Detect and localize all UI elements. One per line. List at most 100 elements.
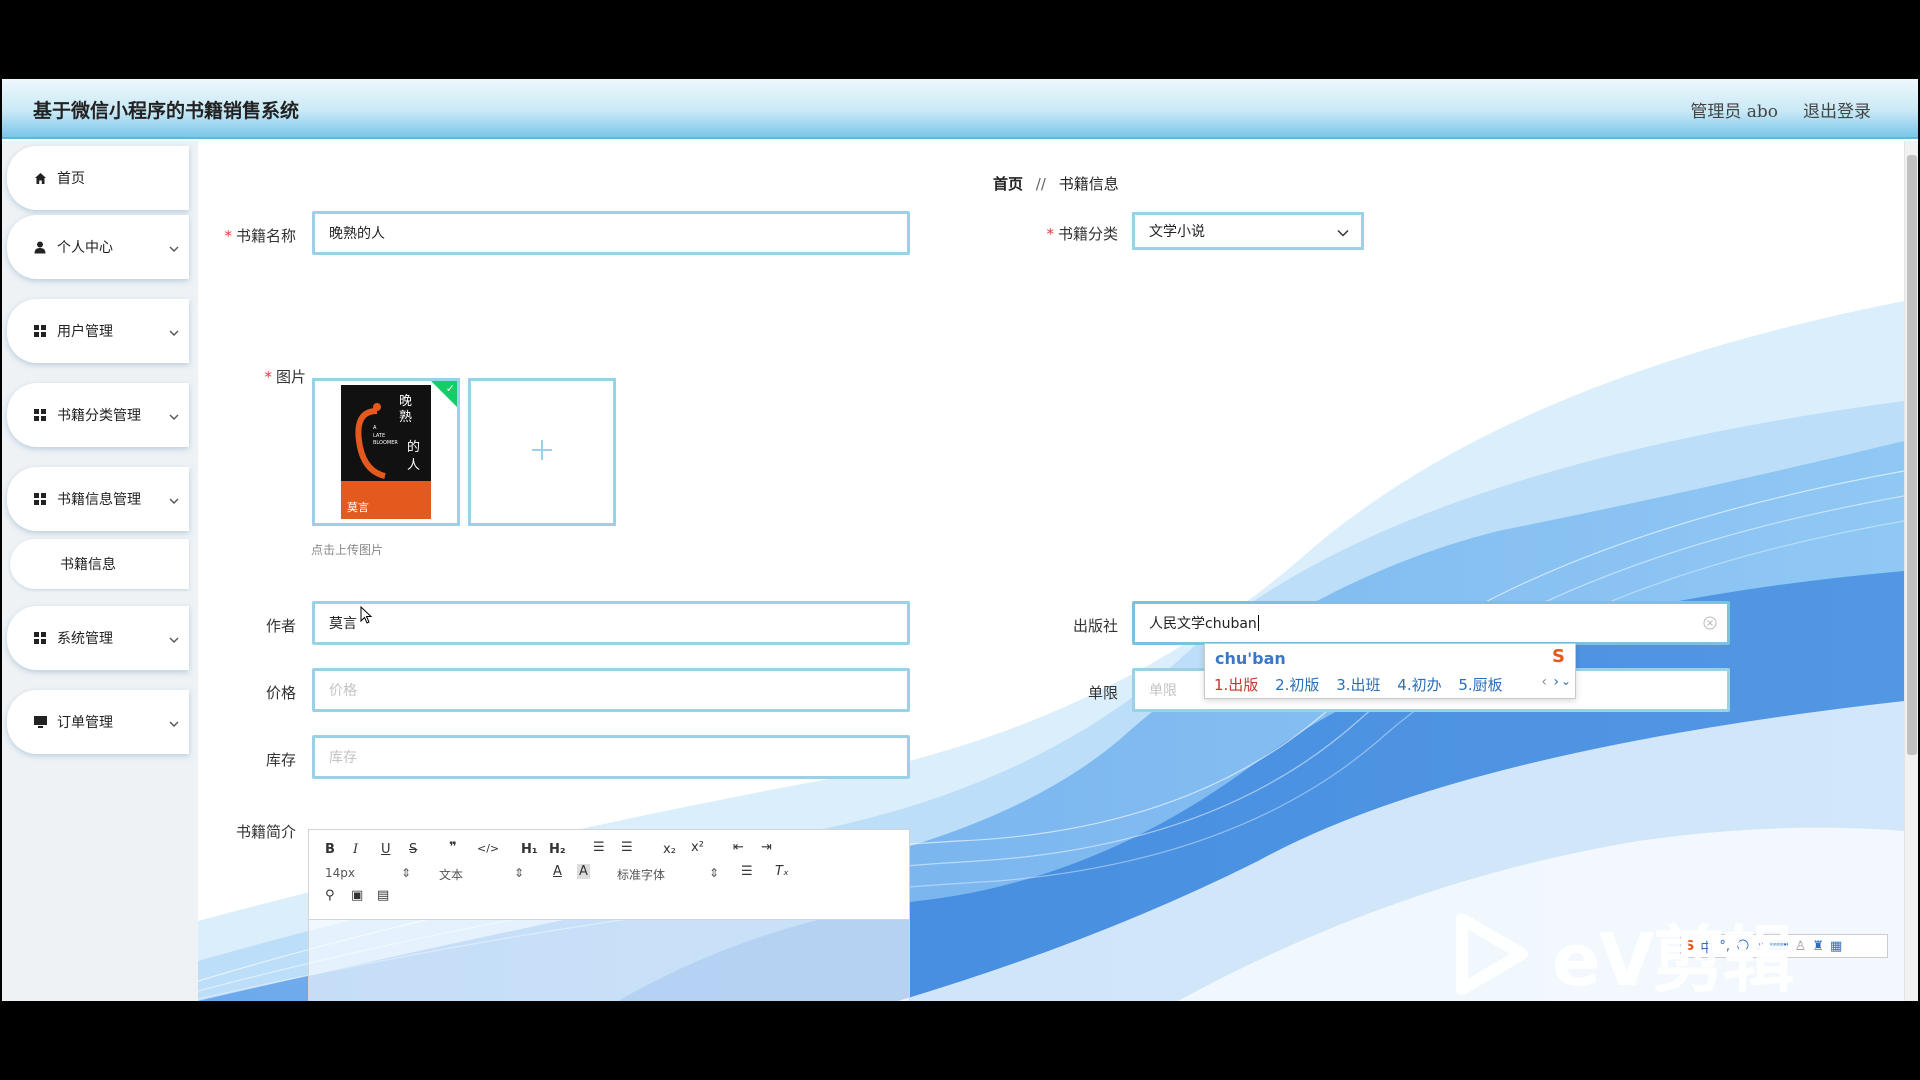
skin-icon[interactable]: ♜ — [1812, 939, 1824, 954]
author-label: 作者 — [265, 617, 296, 635]
font-family-select[interactable]: 标准字体 — [617, 866, 665, 883]
user-icon[interactable]: ♙ — [1795, 939, 1807, 954]
background-color-icon[interactable]: A — [577, 864, 590, 879]
align-icon[interactable]: ☰ — [741, 864, 753, 879]
svg-text:的: 的 — [407, 439, 420, 455]
book-name-field[interactable]: 晚熟的人 — [312, 211, 910, 255]
ime-candidate[interactable]: 3.出班 — [1336, 676, 1380, 694]
svg-text:BLOOMER: BLOOMER — [373, 440, 398, 446]
outdent-icon[interactable]: ⇤ — [733, 840, 744, 855]
sidebar-item-label: 书籍信息管理 — [57, 492, 141, 508]
link-icon[interactable]: ⚲ — [325, 888, 335, 903]
svg-text:熟: 熟 — [399, 409, 412, 425]
subscript-icon[interactable]: x₂ — [663, 842, 676, 857]
video-icon[interactable]: ▤ — [377, 888, 389, 903]
price-label: 价格 — [265, 684, 296, 702]
chevron-down-icon — [169, 493, 179, 509]
clear-format-icon[interactable]: Tₓ — [775, 864, 789, 879]
sidebar-item-book-category[interactable]: 书籍分类管理 — [7, 383, 189, 447]
monitor-icon — [33, 715, 47, 729]
price-field[interactable]: 价格 — [312, 668, 910, 712]
heading1-icon[interactable]: H₁ — [521, 842, 538, 857]
current-user-label: 管理员 abo — [1690, 102, 1778, 122]
logout-link[interactable]: 退出登录 — [1803, 97, 1871, 122]
chevron-right-icon[interactable]: › — [1553, 674, 1559, 690]
ime-candidate[interactable]: 1.出版 — [1214, 676, 1258, 694]
author-field[interactable]: 莫言 — [312, 601, 910, 645]
stock-label: 库存 — [265, 751, 296, 769]
user-icon — [33, 240, 47, 254]
quote-icon[interactable]: ❞ — [449, 840, 457, 855]
category-label: * 书籍分类 — [1046, 225, 1118, 243]
chevron-down-icon — [169, 632, 179, 648]
chevron-down-icon — [169, 241, 179, 257]
sidebar-item-label: 书籍分类管理 — [57, 408, 141, 424]
sidebar-item-label: 用户管理 — [57, 324, 113, 340]
image-label: * 图片 — [264, 368, 306, 386]
ime-composition: chu'ban — [1215, 649, 1286, 668]
svg-text:晚: 晚 — [399, 394, 412, 409]
uploaded-image-card[interactable]: 晚 熟 的 人 A LATE BLOOMER 莫言 ✓ — [312, 378, 460, 526]
ordered-list-icon[interactable]: ☰ — [593, 840, 605, 855]
bold-icon[interactable]: B — [325, 842, 335, 857]
ime-candidate[interactable]: 4.初办 — [1397, 676, 1441, 694]
top-header: 基于微信小程序的书籍销售系统 管理员 abo 退出登录 — [2, 79, 1918, 139]
home-icon — [33, 171, 47, 185]
ime-candidate[interactable]: 5.厨板 — [1458, 676, 1502, 694]
chevron-updown-icon: ⇕ — [401, 866, 412, 880]
strike-icon[interactable]: S — [409, 842, 417, 857]
sidebar-item-users[interactable]: 用户管理 — [7, 299, 189, 363]
code-icon[interactable]: </> — [477, 842, 499, 855]
scrollbar-thumb[interactable] — [1907, 155, 1917, 755]
sidebar-item-label: 订单管理 — [57, 715, 113, 731]
grid-icon — [33, 492, 47, 506]
chevron-updown-icon: ⇕ — [709, 866, 720, 880]
heading2-icon[interactable]: H₂ — [549, 842, 566, 857]
image-icon[interactable]: ▣ — [351, 888, 363, 903]
upload-add-button[interactable] — [468, 378, 616, 526]
sidebar-item-home[interactable]: 首页 — [7, 146, 189, 210]
ime-candidate[interactable]: 2.初版 — [1275, 676, 1319, 694]
block-type-select[interactable]: 文本 — [439, 866, 463, 883]
ime-candidate-popup: chu'ban 1.出版 2.初版 3.出班 4.初办 5.厨板 S ‹ › ⌄ — [1204, 643, 1576, 699]
sidebar-item-profile[interactable]: 个人中心 — [7, 215, 189, 279]
intro-label: 书籍简介 — [235, 823, 296, 841]
bullet-list-icon[interactable]: ☰ — [621, 840, 633, 855]
sidebar-item-orders[interactable]: 订单管理 — [7, 690, 189, 754]
stock-field[interactable]: 库存 — [312, 735, 910, 779]
category-select[interactable]: 文学小说 — [1132, 212, 1364, 250]
sidebar-subitem-book-info[interactable]: 书籍信息 — [10, 539, 189, 589]
ime-candidates: 1.出版 2.初版 3.出班 4.初办 5.厨板 — [1214, 674, 1515, 695]
breadcrumb-home[interactable]: 首页 — [993, 175, 1023, 193]
sidebar-item-system[interactable]: 系统管理 — [7, 606, 189, 670]
chevron-down-icon — [169, 325, 179, 341]
underline-icon[interactable]: U — [381, 842, 391, 857]
italic-icon[interactable]: I — [353, 842, 358, 857]
chevron-left-icon[interactable]: ‹ — [1541, 674, 1547, 690]
breadcrumb-separator: // — [1035, 175, 1046, 193]
chevron-down-icon — [169, 409, 179, 425]
sidebar-item-label: 个人中心 — [57, 240, 113, 256]
clear-icon[interactable] — [1703, 616, 1717, 634]
publisher-field[interactable]: 人民文学chuban — [1132, 601, 1730, 645]
chevron-down-icon — [1337, 225, 1349, 241]
menu-grid-icon[interactable]: ▦ — [1830, 939, 1842, 954]
superscript-icon[interactable]: x² — [691, 840, 704, 855]
page-scrollbar[interactable] — [1904, 141, 1918, 1001]
sidebar-item-label: 首页 — [57, 171, 85, 187]
sidebar-item-label: 系统管理 — [57, 631, 113, 647]
chevron-down-icon[interactable]: ⌄ — [1561, 674, 1571, 688]
grid-icon — [33, 408, 47, 422]
chevron-down-icon — [169, 716, 179, 732]
breadcrumb: 首页 // 书籍信息 — [993, 173, 1119, 194]
ev-watermark: eV剪辑 — [1452, 901, 1795, 1001]
plus-icon — [530, 438, 554, 466]
watermark-text: eV剪辑 — [1552, 918, 1795, 1001]
check-icon: ✓ — [445, 382, 455, 395]
font-size-select[interactable]: 14px — [325, 866, 355, 880]
indent-icon[interactable]: ⇥ — [761, 840, 772, 855]
svg-text:人: 人 — [407, 458, 420, 473]
sidebar-item-book-info[interactable]: 书籍信息管理 — [7, 467, 189, 531]
font-color-icon[interactable]: A — [553, 864, 562, 879]
mouse-cursor-icon — [360, 606, 373, 624]
